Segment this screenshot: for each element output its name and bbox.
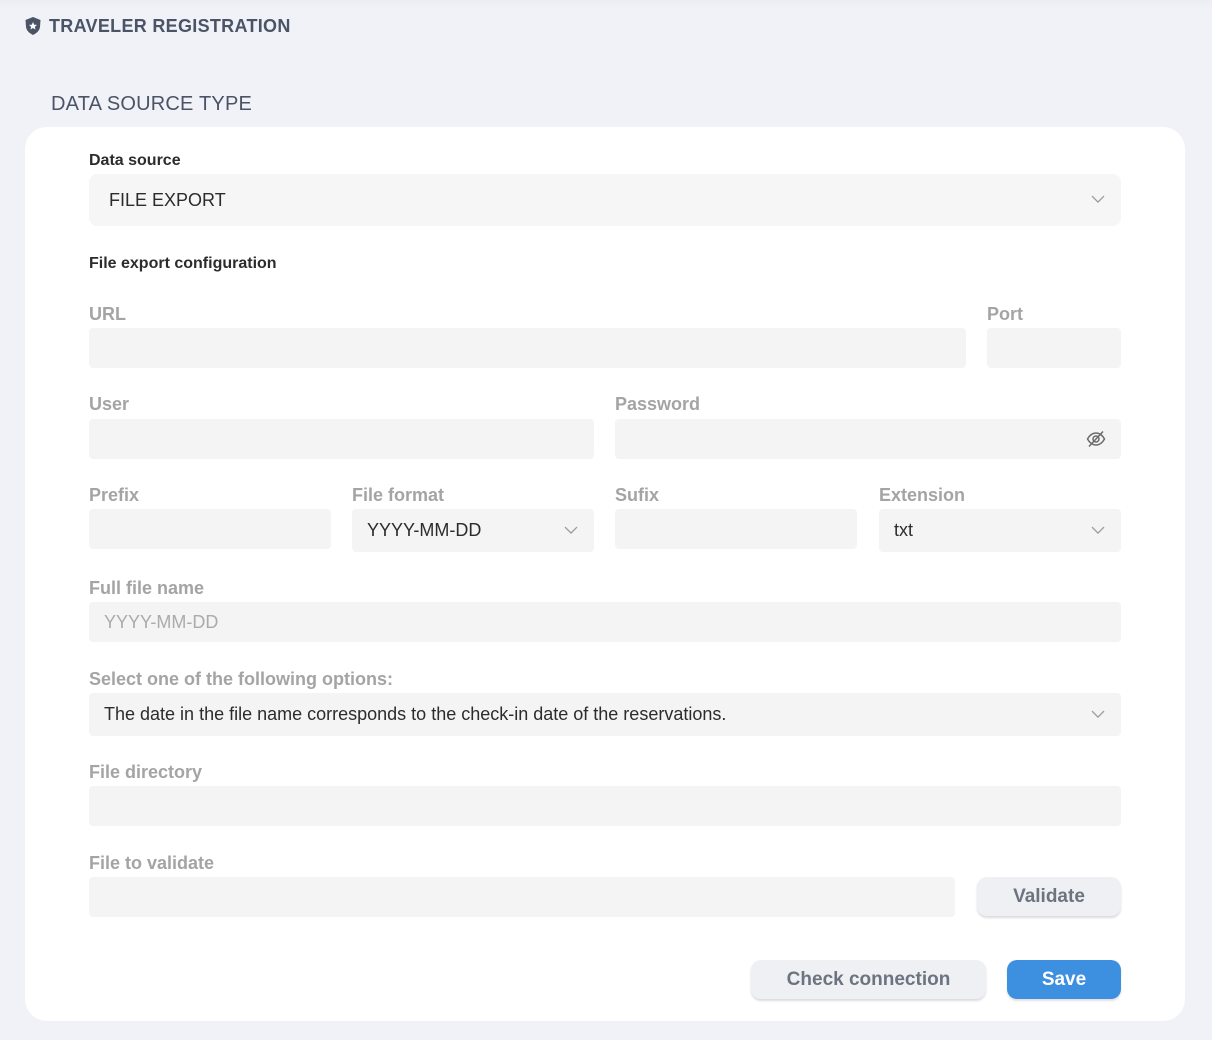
file-directory-label: File directory (89, 762, 203, 782)
file-format-label: File format (352, 485, 445, 505)
chevron-down-icon (564, 526, 578, 535)
url-input[interactable] (89, 328, 966, 368)
option-select[interactable]: The date in the file name corresponds to… (89, 693, 1121, 736)
data-source-label: Data source (89, 152, 181, 169)
data-source-select[interactable]: FILE EXPORT (89, 174, 1121, 226)
port-input[interactable] (987, 328, 1121, 368)
save-button[interactable]: Save (1007, 960, 1121, 999)
user-label: User (89, 394, 130, 414)
form-card: Data source FILE EXPORT File export conf… (25, 127, 1185, 1021)
section-title: DATA SOURCE TYPE (51, 93, 253, 115)
extension-value: txt (894, 520, 914, 540)
app-title: TRAVELER REGISTRATION (49, 15, 291, 36)
top-bar: TRAVELER REGISTRATION (0, 0, 1212, 52)
chevron-down-icon (1091, 710, 1105, 719)
full-file-name-label: Full file name (89, 578, 205, 598)
config-heading: File export configuration (89, 255, 277, 272)
file-directory-input[interactable] (89, 786, 1121, 826)
data-source-value: FILE EXPORT (109, 189, 226, 210)
file-format-select[interactable]: YYYY-MM-DD (352, 509, 594, 552)
file-to-validate-label: File to validate (89, 853, 215, 873)
chevron-down-icon (1091, 526, 1105, 535)
url-label: URL (89, 304, 126, 324)
full-file-name-field: YYYY-MM-DD (89, 602, 1121, 642)
user-input[interactable] (89, 419, 594, 459)
option-label: Select one of the following options: (89, 669, 393, 689)
prefix-input[interactable] (89, 509, 331, 549)
shield-star-icon (25, 17, 41, 35)
check-connection-button[interactable]: Check connection (751, 960, 986, 999)
eye-off-icon[interactable] (1086, 430, 1106, 448)
password-field[interactable] (615, 419, 1121, 459)
password-label: Password (615, 394, 701, 414)
sufix-label: Sufix (615, 485, 660, 505)
file-to-validate-input[interactable] (89, 877, 955, 917)
file-format-value: YYYY-MM-DD (367, 520, 482, 540)
port-label: Port (987, 304, 1023, 324)
full-file-name-placeholder: YYYY-MM-DD (104, 611, 219, 632)
extension-select[interactable]: txt (879, 509, 1121, 552)
chevron-down-icon (1091, 195, 1105, 204)
validate-button[interactable]: Validate (977, 877, 1121, 916)
option-value: The date in the file name corresponds to… (104, 704, 727, 724)
prefix-label: Prefix (89, 485, 140, 505)
extension-label: Extension (879, 485, 966, 505)
sufix-input[interactable] (615, 509, 857, 549)
